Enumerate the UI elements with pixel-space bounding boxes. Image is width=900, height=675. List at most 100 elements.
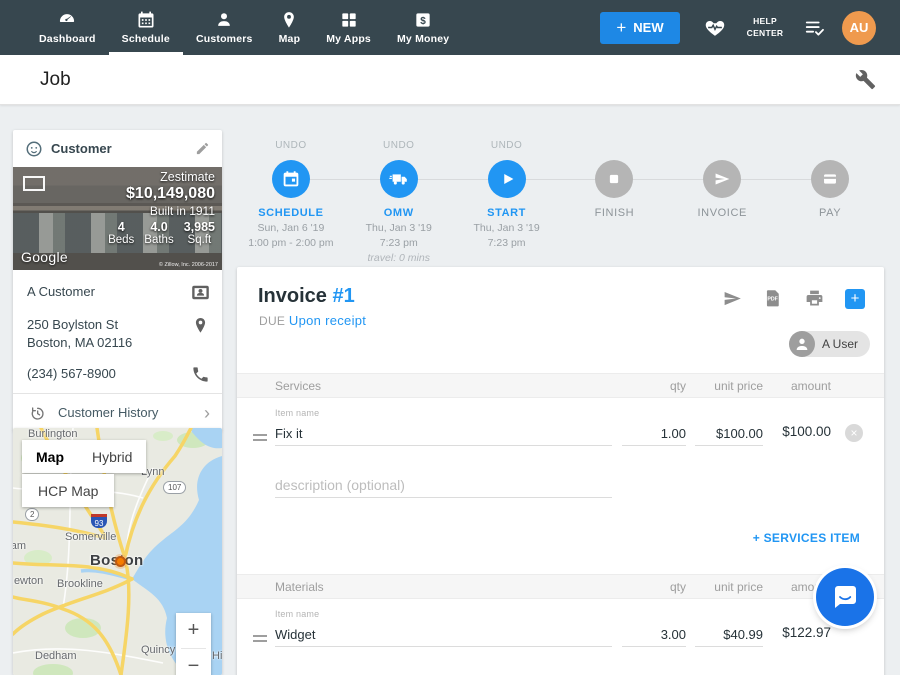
nav-label: Map — [279, 33, 301, 45]
nav-right: HELP CENTER AU — [680, 0, 900, 55]
customer-info: A Customer 250 Boylston StBoston, MA 021… — [13, 270, 222, 393]
remove-service-item-button[interactable]: × — [845, 424, 863, 442]
drag-handle-icon[interactable] — [253, 635, 267, 642]
assigned-user-chip[interactable]: A User — [789, 331, 870, 357]
job-settings-tools-icon[interactable] — [855, 69, 876, 90]
step-label: START — [453, 207, 561, 219]
nav-label: Dashboard — [39, 33, 96, 45]
edit-pencil-icon[interactable] — [195, 141, 210, 156]
money-icon: $ — [413, 10, 433, 30]
chevron-right-icon: › — [204, 404, 210, 422]
section-gap — [237, 557, 884, 574]
beds-label: Beds — [108, 234, 134, 246]
item-name-label: Item name — [275, 408, 319, 418]
contact-card-icon[interactable] — [191, 283, 210, 302]
route-107-badge: 107 — [163, 481, 186, 494]
nav-item-map[interactable]: Map — [266, 0, 314, 55]
customer-phone-row: (234) 567-8900 — [27, 358, 210, 391]
customer-history-row[interactable]: Customer History › — [13, 393, 222, 431]
send-invoice-icon[interactable] — [722, 288, 743, 309]
stop-icon — [603, 168, 625, 190]
property-street-view-photo[interactable]: Zestimate $10,149,080 Built in 1911 4Bed… — [13, 167, 222, 270]
zillow-copyright: © Zillow, Inc. 2006-2017 — [159, 262, 218, 268]
map-label-somerville: Somerville — [65, 531, 116, 543]
invoice-title: Invoice #1 — [258, 285, 355, 308]
section-title: Materials — [275, 580, 324, 594]
step-schedule-circle[interactable] — [272, 160, 310, 198]
job-location-marker[interactable] — [115, 556, 126, 567]
step-omw-circle[interactable] — [380, 160, 418, 198]
chat-smile-icon — [831, 584, 859, 610]
service-amount: $100.00 — [741, 424, 831, 439]
nav-item-my-money[interactable]: $ My Money — [384, 0, 462, 55]
new-button[interactable]: + NEW — [600, 12, 680, 44]
step-invoice-circle[interactable] — [703, 160, 741, 198]
step-finish-circle[interactable] — [595, 160, 633, 198]
step-pay-circle[interactable] — [811, 160, 849, 198]
phone-icon[interactable] — [191, 365, 210, 384]
customer-address-row: 250 Boylston StBoston, MA 02116 — [27, 309, 210, 358]
nav-item-customers[interactable]: Customers — [183, 0, 266, 55]
nav-item-schedule[interactable]: Schedule — [109, 0, 183, 55]
due-terms-link[interactable]: Upon receipt — [289, 313, 366, 328]
add-invoice-button[interactable]: + — [845, 289, 865, 309]
step-label: OMW — [345, 207, 453, 219]
nav-label: My Money — [397, 33, 449, 45]
chat-support-bubble[interactable] — [816, 568, 874, 626]
pdf-icon[interactable]: PDF — [763, 288, 784, 309]
print-icon[interactable] — [804, 288, 825, 309]
material-name-input[interactable] — [275, 623, 612, 647]
calendar-step-icon — [280, 168, 302, 190]
map-label-hingham: Hingham — [212, 650, 222, 662]
activity-checklist-icon[interactable] — [804, 17, 826, 39]
job-progress-steps: UNDO SCHEDULE Sun, Jan 6 '19 1:00 pm - 2… — [237, 140, 884, 264]
beds-value: 4 — [108, 220, 134, 234]
map-label-newton: Newton — [13, 575, 43, 587]
nav-label: Schedule — [122, 33, 170, 45]
job-header-bar: Job — [0, 55, 900, 105]
service-description-input[interactable] — [275, 472, 612, 498]
customer-name: A Customer — [27, 283, 191, 301]
step-finish: FINISH — [560, 140, 668, 264]
drag-handle-icon[interactable] — [253, 434, 267, 441]
zoom-in-button[interactable]: + — [176, 613, 211, 648]
hcp-map-button[interactable]: HCP Map — [22, 474, 114, 507]
nav-item-my-apps[interactable]: My Apps — [313, 0, 384, 55]
apps-grid-icon — [339, 10, 359, 30]
step-time: 7:23 pm — [345, 237, 453, 249]
zoom-out-button[interactable]: − — [176, 649, 211, 675]
undo-schedule-button[interactable]: UNDO — [237, 140, 345, 151]
interstate-93-shield: 93 — [91, 514, 107, 528]
step-start-circle[interactable] — [488, 160, 526, 198]
zestimate-info: Zestimate $10,149,080 Built in 1911 4Bed… — [108, 170, 215, 246]
service-name-input[interactable] — [275, 422, 612, 446]
map-type-hybrid-button[interactable]: Hybrid — [78, 440, 146, 473]
map-type-map-button[interactable]: Map — [22, 440, 78, 473]
customer-history-label: Customer History — [58, 405, 191, 420]
step-label: FINISH — [560, 207, 668, 219]
calendar-icon — [136, 10, 156, 30]
map-label-burlington: Burlington — [28, 428, 78, 440]
assigned-user-name: A User — [822, 337, 858, 351]
material-qty-input[interactable] — [622, 623, 686, 647]
nav-item-dashboard[interactable]: Dashboard — [26, 0, 109, 55]
customer-name-row: A Customer — [27, 276, 210, 309]
help-center-link[interactable]: HELP CENTER — [742, 16, 788, 38]
user-avatar[interactable]: AU — [842, 11, 876, 45]
health-heart-icon[interactable] — [704, 17, 726, 39]
customer-card-title: Customer — [51, 141, 187, 156]
location-pin-icon[interactable] — [191, 316, 210, 335]
map-widget[interactable]: Burlington Lynn Somerville Boston Brookl… — [13, 428, 222, 675]
invoice-title-text: Invoice — [258, 285, 327, 307]
invoice-number-link[interactable]: #1 — [332, 285, 354, 307]
undo-omw-button[interactable]: UNDO — [345, 140, 453, 151]
undo-start-button[interactable]: UNDO — [453, 140, 561, 151]
material-description-row — [237, 671, 884, 675]
credit-card-icon — [819, 168, 841, 190]
nav-label: My Apps — [326, 33, 371, 45]
invoice-due: DUE Upon receipt — [259, 313, 366, 328]
service-qty-input[interactable] — [622, 422, 686, 446]
expand-photo-icon[interactable] — [23, 176, 45, 191]
add-services-item-link[interactable]: + SERVICES ITEM — [753, 531, 860, 545]
step-time: 7:23 pm — [453, 237, 561, 249]
